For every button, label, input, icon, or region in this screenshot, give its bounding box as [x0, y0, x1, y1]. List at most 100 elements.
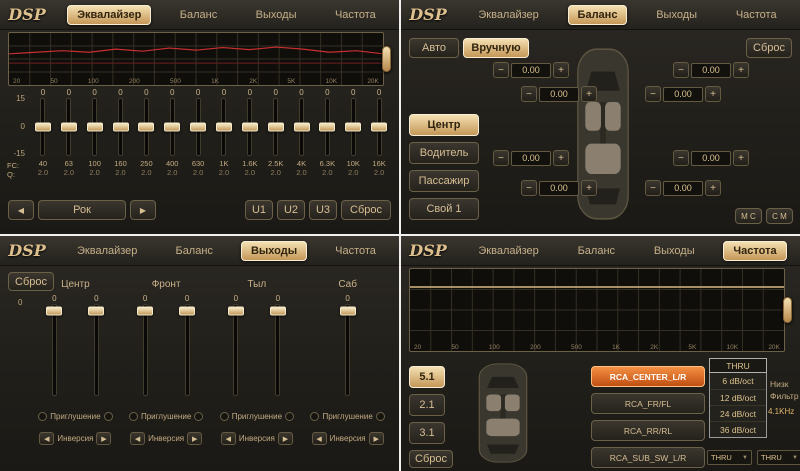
- decrease-button[interactable]: −: [645, 180, 661, 196]
- decrease-button[interactable]: −: [521, 86, 537, 102]
- output-level-slider[interactable]: [143, 304, 148, 396]
- band-slider-handle[interactable]: [138, 123, 154, 132]
- invert-right-button[interactable]: ▶: [187, 432, 202, 445]
- decrease-button[interactable]: −: [493, 62, 509, 78]
- band-slider[interactable]: [118, 98, 123, 156]
- band-slider-handle[interactable]: [242, 123, 258, 132]
- decrease-button[interactable]: −: [493, 150, 509, 166]
- graph-scroll-handle[interactable]: [382, 46, 391, 72]
- band-slider[interactable]: [196, 98, 201, 156]
- rca-sub-button[interactable]: RCA_SUB_SW_L/R: [591, 447, 705, 468]
- output-slider-handle[interactable]: [340, 307, 356, 316]
- config-3-1-button[interactable]: 3.1: [409, 422, 445, 444]
- output-slider-handle[interactable]: [88, 307, 104, 316]
- decrease-button[interactable]: −: [645, 86, 661, 102]
- mc-button[interactable]: M C: [735, 208, 762, 224]
- band-slider-handle[interactable]: [113, 123, 129, 132]
- invert-left-button[interactable]: ◀: [130, 432, 145, 445]
- increase-button[interactable]: +: [733, 150, 749, 166]
- position-custom-button[interactable]: Свой 1: [409, 198, 479, 220]
- tab-equalizer[interactable]: Эквалайзер: [468, 241, 548, 261]
- band-slider-handle[interactable]: [268, 123, 284, 132]
- decrease-button[interactable]: −: [673, 150, 689, 166]
- slope-select[interactable]: THRU▼: [757, 450, 800, 465]
- mute-indicator[interactable]: [285, 412, 294, 421]
- dropdown-current-value[interactable]: THRU: [709, 358, 767, 373]
- config-2-1-button[interactable]: 2.1: [409, 394, 445, 416]
- output-slider-handle[interactable]: [228, 307, 244, 316]
- increase-button[interactable]: +: [581, 86, 597, 102]
- invert-left-button[interactable]: ◀: [39, 432, 54, 445]
- tab-frequency[interactable]: Частота: [325, 5, 386, 25]
- dropdown-option[interactable]: 12 dB/oct: [710, 389, 766, 405]
- output-level-slider[interactable]: [233, 304, 238, 396]
- preset-next-button[interactable]: ▶: [130, 200, 156, 220]
- config-5-1-button[interactable]: 5.1: [409, 366, 445, 388]
- band-slider[interactable]: [40, 98, 45, 156]
- increase-button[interactable]: +: [581, 180, 597, 196]
- tab-equalizer[interactable]: Эквалайзер: [67, 241, 147, 261]
- band-slider[interactable]: [325, 98, 330, 156]
- output-slider-handle[interactable]: [137, 307, 153, 316]
- eq-reset-button[interactable]: Сброс: [341, 200, 391, 220]
- tab-equalizer[interactable]: Эквалайзер: [67, 5, 151, 25]
- freq-reset-button[interactable]: Сброс: [409, 450, 453, 468]
- slope-select[interactable]: THRU▼: [707, 450, 752, 465]
- mute-indicator[interactable]: [376, 412, 385, 421]
- position-driver-button[interactable]: Водитель: [409, 142, 479, 164]
- mute-indicator[interactable]: [129, 412, 138, 421]
- mute-indicator[interactable]: [38, 412, 47, 421]
- band-slider-handle[interactable]: [35, 123, 51, 132]
- output-slider-handle[interactable]: [179, 307, 195, 316]
- band-slider[interactable]: [351, 98, 356, 156]
- band-slider[interactable]: [377, 98, 382, 156]
- band-slider-handle[interactable]: [61, 123, 77, 132]
- dropdown-option[interactable]: 36 dB/oct: [710, 421, 766, 437]
- cm-button[interactable]: C M: [766, 208, 793, 224]
- mute-indicator[interactable]: [310, 412, 319, 421]
- band-slider-handle[interactable]: [345, 123, 361, 132]
- invert-right-button[interactable]: ▶: [96, 432, 111, 445]
- band-slider[interactable]: [221, 98, 226, 156]
- tab-outputs[interactable]: Выходы: [246, 5, 307, 25]
- output-level-slider[interactable]: [52, 304, 57, 396]
- band-slider[interactable]: [299, 98, 304, 156]
- mute-indicator[interactable]: [220, 412, 229, 421]
- output-level-slider[interactable]: [275, 304, 280, 396]
- mute-indicator[interactable]: [104, 412, 113, 421]
- band-slider-handle[interactable]: [190, 123, 206, 132]
- rca-center-button[interactable]: RCA_CENTER_L/R: [591, 366, 705, 387]
- increase-button[interactable]: +: [553, 62, 569, 78]
- invert-right-button[interactable]: ▶: [278, 432, 293, 445]
- band-slider-handle[interactable]: [216, 123, 232, 132]
- invert-left-button[interactable]: ◀: [312, 432, 327, 445]
- band-slider[interactable]: [273, 98, 278, 156]
- band-slider[interactable]: [170, 98, 175, 156]
- memory-u3-button[interactable]: U3: [309, 200, 337, 220]
- band-slider-handle[interactable]: [319, 123, 335, 132]
- dropdown-option[interactable]: 24 dB/oct: [710, 405, 766, 421]
- tab-balance[interactable]: Баланс: [165, 241, 222, 261]
- band-slider-handle[interactable]: [294, 123, 310, 132]
- tab-outputs[interactable]: Выходы: [644, 241, 705, 261]
- decrease-button[interactable]: −: [673, 62, 689, 78]
- increase-button[interactable]: +: [705, 86, 721, 102]
- output-slider-handle[interactable]: [270, 307, 286, 316]
- memory-u2-button[interactable]: U2: [277, 200, 305, 220]
- tab-frequency[interactable]: Частота: [723, 241, 786, 261]
- rca-rear-button[interactable]: RCA_RR/RL: [591, 420, 705, 441]
- output-level-slider[interactable]: [345, 304, 350, 396]
- mute-indicator[interactable]: [194, 412, 203, 421]
- increase-button[interactable]: +: [553, 150, 569, 166]
- band-slider[interactable]: [247, 98, 252, 156]
- increase-button[interactable]: +: [733, 62, 749, 78]
- output-slider-handle[interactable]: [46, 307, 62, 316]
- band-slider-handle[interactable]: [371, 123, 387, 132]
- band-slider-handle[interactable]: [87, 123, 103, 132]
- decrease-button[interactable]: −: [521, 180, 537, 196]
- output-level-slider[interactable]: [94, 304, 99, 396]
- band-slider-handle[interactable]: [164, 123, 180, 132]
- increase-button[interactable]: +: [705, 180, 721, 196]
- band-slider[interactable]: [92, 98, 97, 156]
- preset-button[interactable]: Рок: [38, 200, 126, 220]
